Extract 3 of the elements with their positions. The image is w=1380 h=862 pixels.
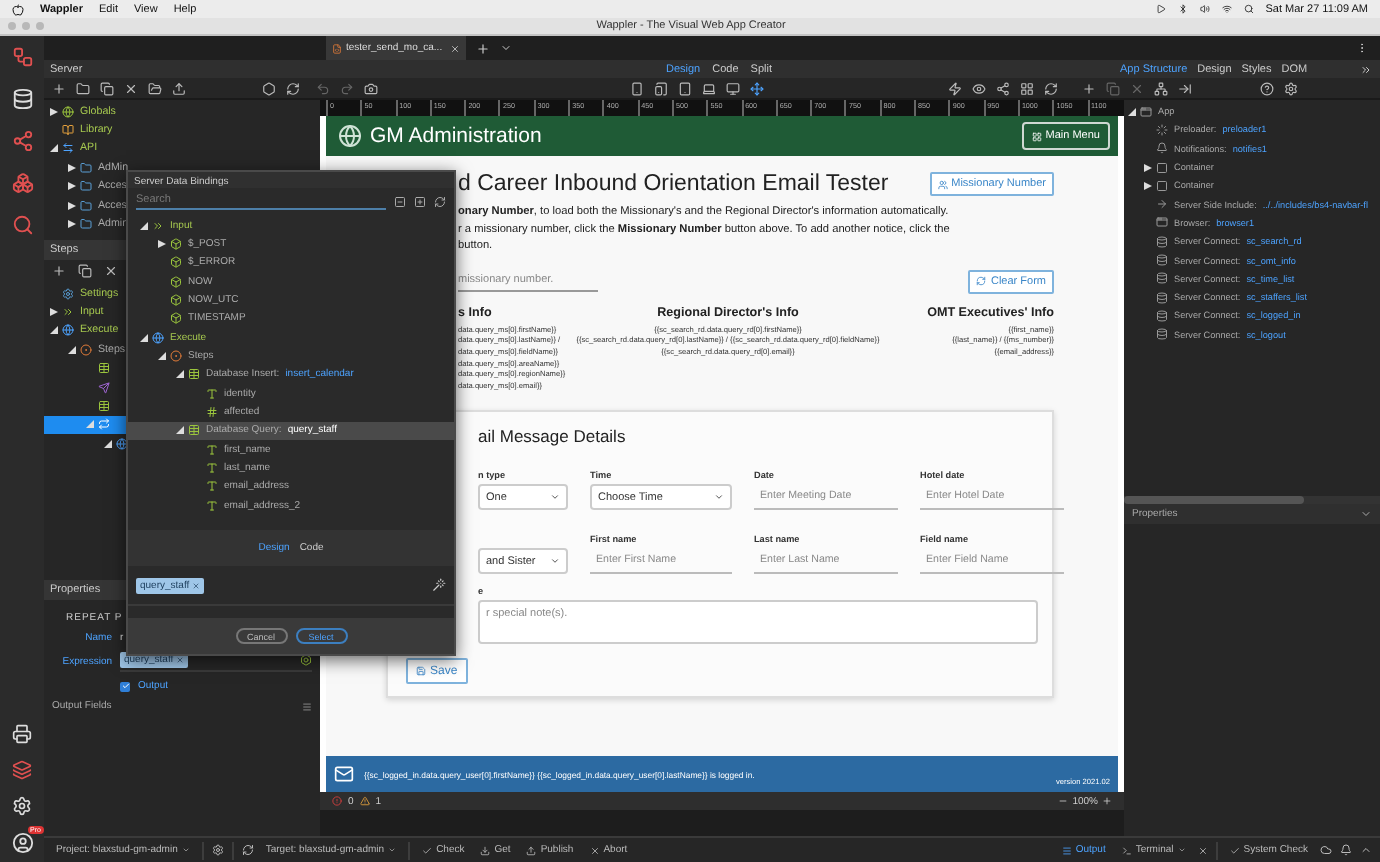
card-title: ail Message Details xyxy=(478,426,628,447)
site-title: GM Administration xyxy=(370,124,544,148)
page-heading: d Career Inbound Orientation Email Tester xyxy=(458,172,889,196)
